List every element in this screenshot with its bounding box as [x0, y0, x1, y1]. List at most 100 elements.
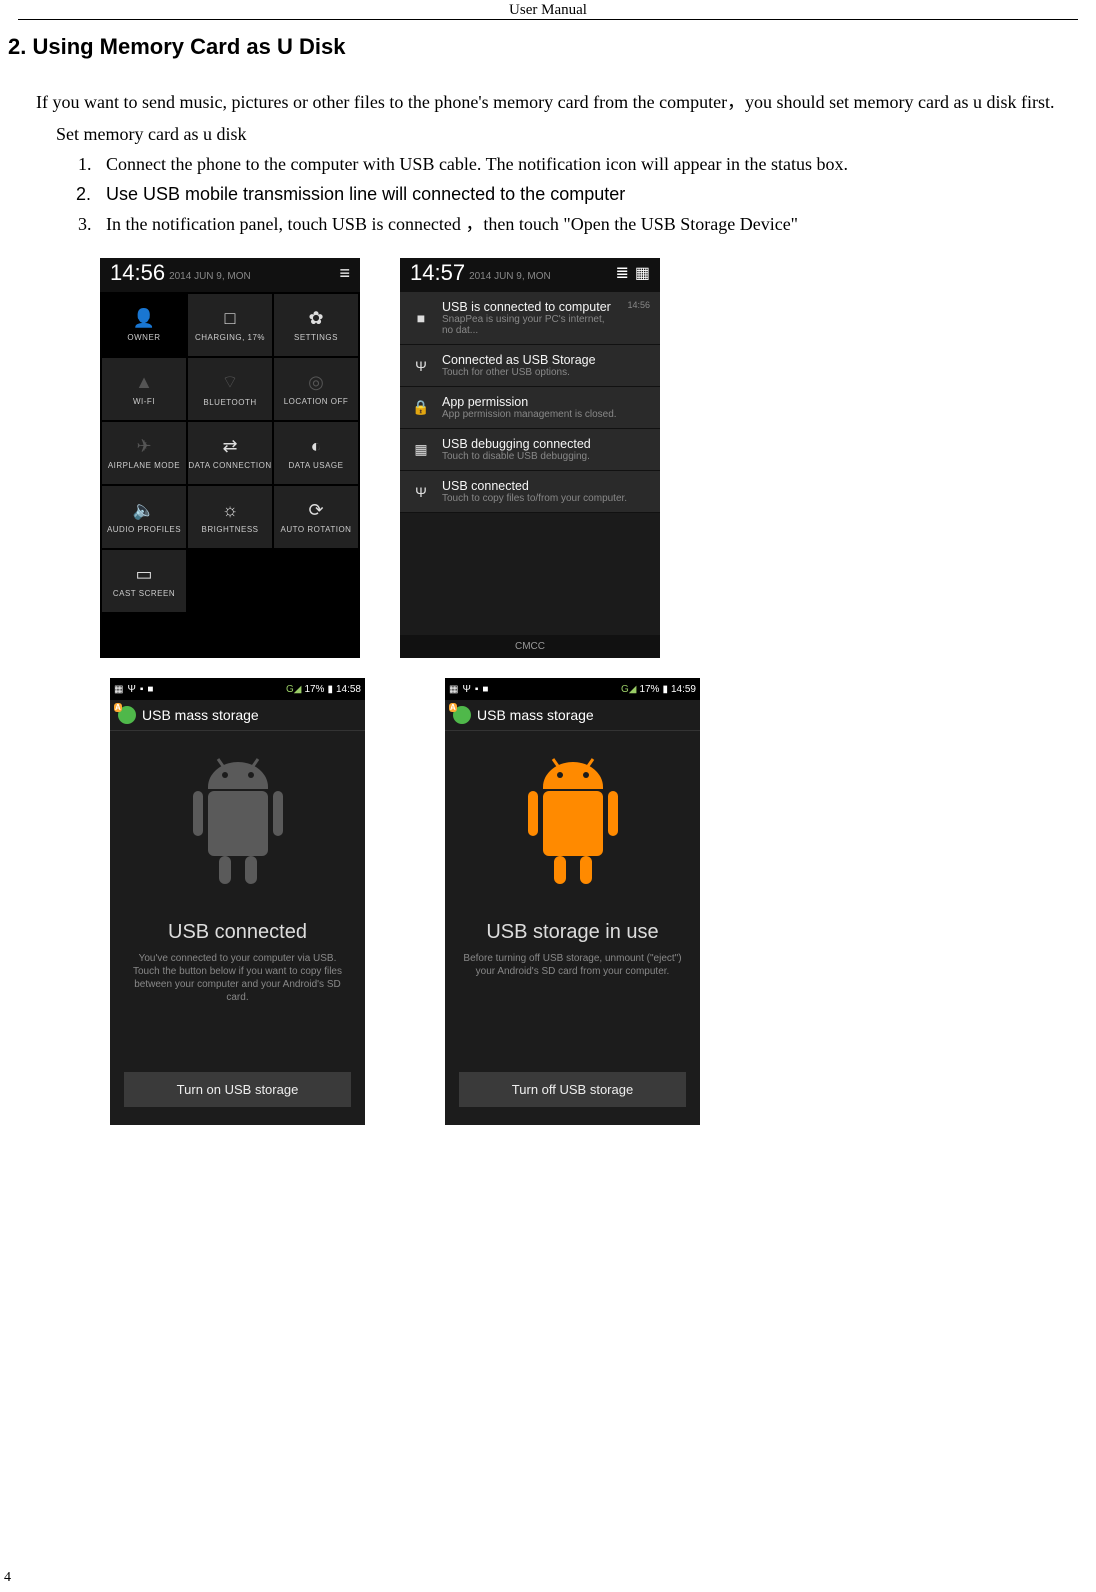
body-content: If you want to send music, pictures or o… — [36, 88, 1056, 238]
notification-item[interactable]: Ψ Connected as USB StorageTouch for other… — [400, 345, 660, 387]
status-icon: Ψ — [462, 684, 470, 695]
qs-tile[interactable]: ▲WI-FI — [102, 358, 186, 420]
clock-time: 14:56 — [110, 260, 165, 286]
usb-subtext: You've connected to your computer via US… — [128, 952, 348, 1004]
list-icon[interactable]: ≡ — [339, 263, 350, 284]
status-clock: 14:59 — [671, 684, 696, 695]
page-header: User Manual — [18, 0, 1078, 20]
step-3: In the notification panel, touch USB is … — [96, 210, 1056, 238]
qs-tile[interactable]: ⇄ DATA CONNECTION — [188, 422, 272, 484]
steps-list: Connect the phone to the computer with U… — [36, 150, 1056, 238]
notification-icon: ■ — [410, 300, 432, 336]
notification-subtitle: Touch for other USB options. — [442, 367, 650, 378]
qs-label: DATA USAGE — [289, 461, 344, 471]
battery-icon: ▮ — [327, 684, 333, 695]
qs-tile[interactable]: ⌔ BLUETOOTH — [188, 358, 272, 420]
signal-icon: G◢ — [286, 684, 301, 695]
qs-tile[interactable]: 👤 OWNER — [102, 294, 186, 356]
notification-title: USB debugging connected — [442, 437, 650, 451]
notification-subtitle: App permission management is closed. — [442, 409, 650, 420]
qs-tile[interactable]: 🔈AUDIO PROFILES — [102, 486, 186, 548]
status-clock: 14:58 — [336, 684, 361, 695]
clock-time: 14:57 — [410, 260, 465, 286]
notification-title: Connected as USB Storage — [442, 353, 650, 367]
qs-icon: 🔈 — [133, 500, 155, 521]
android-logo-icon — [453, 706, 471, 724]
notification-item[interactable]: ■ USB is connected to computerSnapPea is … — [400, 292, 660, 345]
notification-subtitle: SnapPea is using your PC's internet, no … — [442, 314, 617, 336]
step-1: Connect the phone to the computer with U… — [96, 150, 1056, 178]
app-title: USB mass storage — [142, 707, 259, 723]
signal-icon: G◢ — [621, 684, 636, 695]
app-title: USB mass storage — [477, 707, 594, 723]
notification-subtitle: Touch to copy files to/from your compute… — [442, 493, 650, 504]
status-icon: ■ — [147, 684, 153, 695]
status-icon: ▪ — [475, 684, 479, 695]
status-icon: ▪ — [140, 684, 144, 695]
usb-heading: USB connected — [168, 921, 307, 944]
qs-icon: ✈ — [136, 436, 151, 457]
qs-tile[interactable]: ✈AIRPLANE MODE — [102, 422, 186, 484]
qs-icon: □ — [225, 308, 236, 329]
clock-date: 2014 JUN 9, MON — [469, 271, 551, 286]
clear-icon[interactable]: ≣ — [615, 263, 628, 283]
turn-off-usb-button[interactable]: Turn off USB storage — [459, 1072, 686, 1107]
qs-tile[interactable]: ▭ CAST SCREEN — [102, 550, 186, 612]
grid-icon[interactable]: ▦ — [635, 263, 650, 283]
qs-tile[interactable]: ✿ SETTINGS — [274, 294, 358, 356]
android-logo-icon — [118, 706, 136, 724]
screenshot-notifications: 14:57 2014 JUN 9, MON ≣ ▦ ■ USB is connec… — [400, 258, 660, 658]
qs-tile[interactable]: ☼ BRIGHTNESS — [188, 486, 272, 548]
qs-label: DATA CONNECTION — [188, 461, 271, 471]
intro-paragraph: If you want to send music, pictures or o… — [36, 88, 1056, 116]
turn-on-usb-button[interactable]: Turn on USB storage — [124, 1072, 351, 1107]
qs-icon: ☼ — [222, 500, 239, 521]
qs-tile[interactable]: □CHARGING, 17% — [188, 294, 272, 356]
qs-icon: ▭ — [135, 564, 152, 585]
figures-row-1: 14:56 2014 JUN 9, MON ≡ 👤 OWNER □CHARGING,… — [100, 258, 1096, 658]
qs-tile[interactable]: ◐ DATA USAGE — [274, 422, 358, 484]
notification-icon: Ψ — [410, 353, 432, 378]
notification-icon: ▦ — [410, 437, 432, 462]
page-number: 4 — [4, 1570, 11, 1586]
status-icon: ▦ — [449, 684, 458, 695]
usb-subtext: Before turning off USB storage, unmount … — [463, 952, 683, 978]
battery-icon: ▮ — [662, 684, 668, 695]
qs-label: AUTO ROTATION — [281, 525, 352, 535]
qs-icon: ⌔ — [222, 371, 239, 394]
status-icon: Ψ — [127, 684, 135, 695]
notification-title: USB connected — [442, 479, 650, 493]
qs-icon: ⇄ — [222, 436, 237, 457]
qs-label: SETTINGS — [294, 333, 338, 343]
android-icon — [163, 747, 313, 907]
screenshot-usb-in-use: ▦Ψ▪■ G◢ 17% ▮ 14:59 USB mass storage — [445, 678, 700, 1125]
qs-label: BLUETOOTH — [203, 398, 256, 408]
qs-icon: ◐ — [311, 436, 322, 457]
figures-row-2: ▦Ψ▪■ G◢ 17% ▮ 14:58 USB mass storage — [110, 678, 1096, 1125]
usb-heading: USB storage in use — [486, 921, 658, 944]
status-icon: ■ — [482, 684, 488, 695]
qs-tile[interactable]: ◎ LOCATION OFF — [274, 358, 358, 420]
step-2: Use USB mobile transmission line will co… — [96, 180, 1056, 208]
qs-icon: ✿ — [308, 308, 323, 329]
qs-icon: ◎ — [308, 372, 324, 393]
qs-icon: ⟳ — [308, 500, 323, 521]
notification-item[interactable]: ▦USB debugging connectedTouch to disable… — [400, 429, 660, 471]
notification-title: USB is connected to computer — [442, 300, 617, 314]
carrier-label: CMCC — [400, 635, 660, 658]
qs-label: OWNER — [127, 333, 160, 343]
notification-item[interactable]: 🔒 App permissionApp permission management… — [400, 387, 660, 429]
screenshot-usb-connected: ▦Ψ▪■ G◢ 17% ▮ 14:58 USB mass storage — [110, 678, 365, 1125]
qs-icon: 👤 — [133, 308, 155, 329]
qs-label: LOCATION OFF — [284, 397, 349, 407]
qs-label: BRIGHTNESS — [201, 525, 258, 535]
android-icon — [498, 747, 648, 907]
qs-tile[interactable]: ⟳ AUTO ROTATION — [274, 486, 358, 548]
qs-label: CAST SCREEN — [113, 589, 175, 599]
notification-icon: 🔒 — [410, 395, 432, 420]
notification-time: 14:56 — [627, 300, 650, 336]
sub-heading: Set memory card as u disk — [56, 120, 1056, 148]
notification-icon: Ψ — [410, 479, 432, 504]
notification-item[interactable]: Ψ USB connectedTouch to copy files to/fro… — [400, 471, 660, 513]
notification-title: App permission — [442, 395, 650, 409]
